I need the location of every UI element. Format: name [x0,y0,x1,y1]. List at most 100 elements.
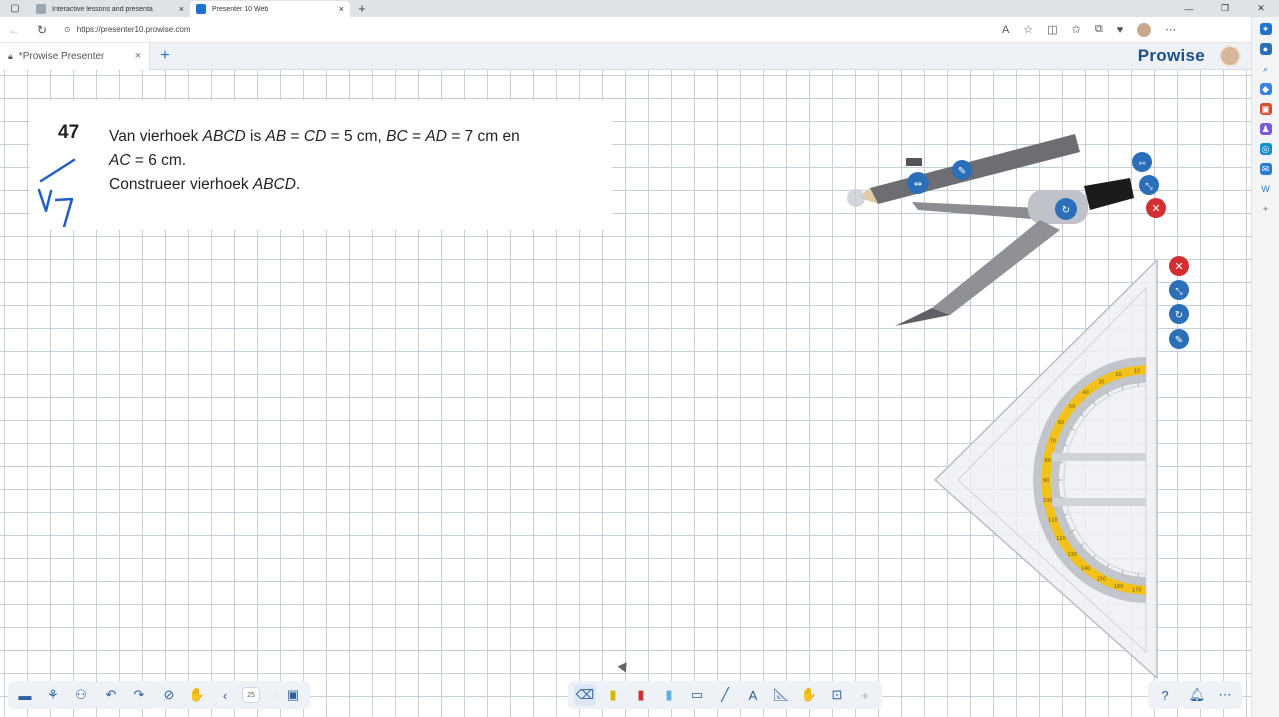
read-aloud-icon[interactable]: A [1002,24,1009,36]
compass-handle [1084,178,1134,210]
favorites-icon[interactable]: ✩ [1072,23,1081,36]
protractor-scale-label: 100 [1043,498,1053,504]
shopping-tag-icon[interactable]: ◆ [1259,83,1272,95]
bell-icon[interactable]: 🔔︎ [1186,684,1208,706]
magic-tool-icon[interactable]: ✋ [798,684,820,706]
browser-tab-label: Presenter 10 Web [212,5,269,13]
history-group: ↶ ↷ [94,681,156,709]
text-span: is [245,128,266,145]
line-icon[interactable]: ╱ [714,684,736,706]
set-square-rotate-button[interactable]: ↻ [1169,304,1189,324]
browser-tab-presenter[interactable]: Presenter 10 Web × [190,1,350,17]
presenter-tab-bar: 🔒︎ *Prowise Presenter × + Prowise [0,42,1251,70]
notifications-bell-icon[interactable]: ● [1259,43,1272,55]
more-menu-icon[interactable]: ⋯ [1214,684,1236,706]
close-tab-icon[interactable]: × [179,4,184,14]
eraser-icon[interactable]: ⌫ [574,684,596,706]
protractor-scale-label: 90 [1043,478,1049,484]
compass-rotate-button[interactable]: ↻ [1055,198,1077,220]
previous-page-icon[interactable]: ‹ [214,684,236,706]
protractor-scale-label: 20 [1115,372,1121,378]
text-span: = 6 cm. [130,152,187,169]
rectangle-icon[interactable]: ▭ [686,684,708,706]
extensions-icon[interactable]: ♥ [1117,24,1124,36]
user-avatar[interactable] [1219,45,1241,67]
pencil-yellow-icon[interactable]: ▮ [602,684,624,706]
add-document-button[interactable]: + [150,47,180,65]
collections-icon[interactable]: ⧉ [1095,23,1103,36]
copilot-icon[interactable]: ✦ [1259,23,1272,35]
protractor-scale-label: 60 [1058,420,1064,426]
svg-text:↻: ↻ [1175,310,1183,321]
set-square-draw-button[interactable]: ✎ [1169,329,1189,349]
hand-pan-icon[interactable]: ✋ [186,684,208,706]
shapes-library-icon[interactable]: ⚘ [42,684,64,706]
favorite-star-icon[interactable]: ☆ [1023,23,1033,36]
compass-draw-button[interactable]: ✎ [952,160,972,180]
svg-text:⤡: ⤡ [1175,287,1182,297]
sidebar-search-icon[interactable]: ⌕ [1260,63,1272,75]
compass-resize-button[interactable]: ⤡ [1139,175,1159,195]
highlighter-icon[interactable]: ▮ [658,684,680,706]
pen-red-icon[interactable]: ▮ [630,684,652,706]
split-screen-icon[interactable]: ◫ [1047,23,1057,36]
tab-favicon-icon [196,4,206,14]
presenter-document-tab[interactable]: 🔒︎ *Prowise Presenter × [0,42,150,70]
window-close-icon[interactable]: ✕ [1243,0,1279,17]
browser-tab-interactive-lessons[interactable]: Interactive lessons and presenta × [30,1,190,17]
minimize-icon[interactable]: — [1171,0,1207,17]
select-area-icon[interactable]: ⊡ [826,684,848,706]
whiteboard-canvas[interactable]: 47 Van vierhoek ABCD is AB = CD = 5 cm, … [0,70,1251,717]
compass-width-button[interactable]: ⇿ [1132,152,1152,172]
back-icon[interactable]: ← [0,23,28,37]
compass-move-button[interactable]: ⇔ [907,172,929,194]
reload-icon[interactable]: ↻ [28,23,56,37]
site-info-icon[interactable]: ⊙ [64,25,71,34]
games-icon[interactable]: ♟ [1259,123,1272,135]
office-icon[interactable]: ◎ [1259,143,1272,155]
share-icon[interactable]: ⚇ [70,684,92,706]
protractor-scale-label: 130 [1067,552,1077,558]
more-options-icon[interactable]: ⋯ [1165,23,1176,36]
web-icon[interactable]: W [1260,183,1272,195]
text-span: = 5 cm, [326,128,387,145]
svg-text:⇔: ⇔ [914,179,922,190]
set-square-close-button[interactable]: ✕ [1169,256,1189,276]
protractor-scale-label: 10 [1134,369,1140,375]
text-span: AB [265,128,287,145]
text-icon[interactable]: A [742,684,764,706]
undo-icon[interactable]: ↶ [100,684,122,706]
folder-icon[interactable]: ▬ [14,684,36,706]
window-menu-icon[interactable]: ▢ [0,0,30,17]
browser-actions: A ☆ ◫ ✩ ⧉ ♥ ⋯ [1002,22,1176,37]
compass-close-button[interactable]: ✕ [1146,198,1166,218]
page-number-field[interactable]: 25 [242,687,260,703]
text-span: = [286,128,304,145]
url-text: https://presenter10.prowise.com [76,25,191,34]
protractor-scale-label: 150 [1097,577,1107,583]
outlook-icon[interactable]: ✉ [1259,163,1272,175]
set-square-resize-button[interactable]: ⤡ [1169,280,1189,300]
sidebar-add-icon[interactable]: + [1260,203,1272,215]
restore-icon[interactable]: ❐ [1207,0,1243,17]
add-tool-icon[interactable]: + [854,684,876,706]
profile-avatar[interactable] [1137,22,1152,37]
close-document-icon[interactable]: × [135,50,141,62]
exercise-line-3: Construeer vierhoek ABCD. [109,173,520,197]
url-field[interactable]: ⊙ https://presenter10.prowise.com [64,25,994,34]
text-span: AC [109,152,131,169]
exercise-line-1: Van vierhoek ABCD is AB = CD = 5 cm, BC … [109,125,520,149]
redo-icon[interactable]: ↷ [128,684,150,706]
close-tab-icon[interactable]: × [339,4,344,14]
math-tools-icon[interactable]: 📐︎ [770,684,792,706]
new-browser-tab-button[interactable]: + [350,0,374,17]
help-icon[interactable]: ? [1154,684,1176,706]
svg-text:✕: ✕ [1174,260,1183,273]
compass-tool[interactable]: ⇔ ✎ ↻ ⇿ ⤡ ✕ [847,134,1166,326]
protractor-scale-label: 50 [1069,404,1075,410]
compass-upper-link [912,202,1045,220]
pages-overview-icon[interactable]: ⊘ [158,684,180,706]
toolbox-icon[interactable]: ▣ [1259,103,1272,115]
screen-capture-icon[interactable]: ▣ [282,684,304,706]
set-square-tool[interactable]: 10 20 30 40 50 60 70 80 90 100 110 120 130 140 150 160 1… [933,256,1189,680]
